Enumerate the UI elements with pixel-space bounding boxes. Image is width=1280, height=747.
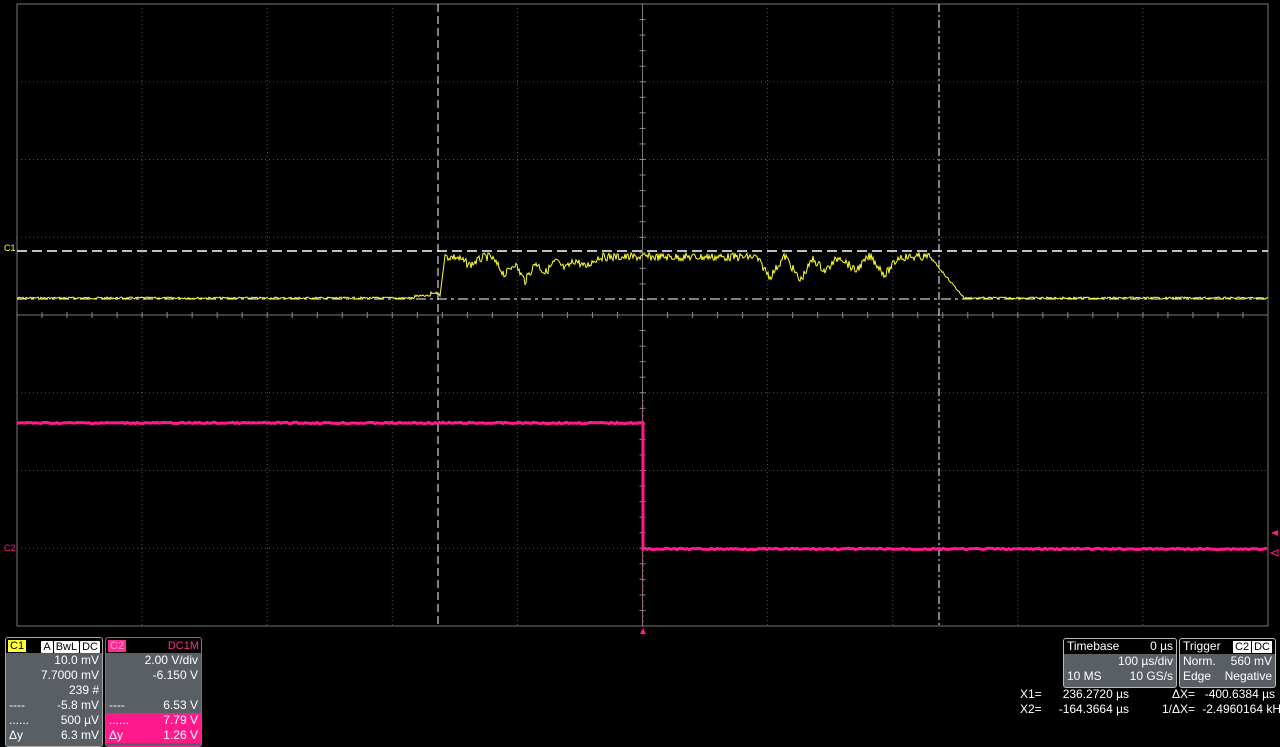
timebase-scale: 100 µs/div [1118,654,1173,668]
delta-x-value: -400.6384 µs [1204,687,1275,701]
channel2-offset-marker[interactable]: C2 [4,543,16,553]
trigger-type-slope: Edge Negative [1183,669,1272,683]
trigger-level-arrow[interactable] [1271,530,1278,536]
waveform-display[interactable]: C1 C2 [0,0,1280,747]
channel1-row: ...... 500 µV [9,713,99,727]
channel2-row: Δy 1.26 V [106,728,201,743]
x2-label: X2= [1020,702,1042,716]
trigger-mode-level: Norm. 560 mV [1183,654,1272,668]
channel2-coupling: DC1M [167,639,199,652]
channel1-descriptor[interactable]: C1 A BwL DC 10.0 mV 7.7000 mV 239 # ---- -5… [5,637,103,747]
timebase-header: Timebase 0 µs [1064,639,1176,654]
channel2-row [106,683,201,698]
timebase-descriptor[interactable]: Timebase 0 µs 100 µs/div 10 MS 10 GS/s [1063,638,1177,688]
inverse-delta-x-label: 1/ΔX= [1161,702,1195,716]
badge-average: A [41,640,53,653]
channel2-row: ---- 6.53 V [109,698,198,712]
channel1-label: C1 [8,639,27,652]
channel2-row: ...... 7.79 V [106,713,201,728]
trigger-position-arrow[interactable] [640,628,646,634]
cursor-readout: X1= 236.2720 µs ΔX= -400.6384 µs X2= -16… [1020,687,1280,717]
channel2-trace [16,420,1268,552]
delta-x-label: ΔX= [1171,687,1195,701]
channel1-row: ---- -5.8 mV [9,698,99,712]
channel2-label: C2 [108,639,127,652]
trigger-source: C2 [1233,641,1252,653]
channel1-row: 7.7000 mV [40,668,99,682]
timebase-sampling: 10 MS 10 GS/s [1067,669,1173,683]
channel2-header: C2 DC1M [106,638,201,653]
channel1-row: 10.0 mV [54,653,99,667]
channel2-offset-arrow[interactable] [1269,549,1279,557]
trigger-header: Trigger C2 DC [1180,639,1275,654]
badge-bandwidth-limit: BwL [53,640,80,653]
x1-label: X1= [1020,687,1042,701]
channel1-row: Δy 6.3 mV [9,728,99,742]
channel2-row: -6.150 V [152,668,198,682]
inverse-delta-x-value: -2.4960164 kHz [1202,702,1280,716]
channel2-descriptor[interactable]: C2 DC1M 2.00 V/div -6.150 V ---- 6.53 V .… [105,637,202,747]
badge-coupling: DC [80,640,100,653]
x2-value: -164.3664 µs [1058,702,1129,716]
channel1-header: C1 A BwL DC [6,638,102,653]
trigger-coupling: DC [1252,641,1272,653]
channel2-row: 2.00 V/div [144,653,198,667]
channel1-offset-marker[interactable]: C1 [4,243,16,253]
channel1-row: 239 # [68,683,99,697]
trigger-descriptor[interactable]: Trigger C2 DC Norm. 560 mV Edge Negative [1179,638,1276,688]
x1-value: 236.2720 µs [1062,687,1129,701]
